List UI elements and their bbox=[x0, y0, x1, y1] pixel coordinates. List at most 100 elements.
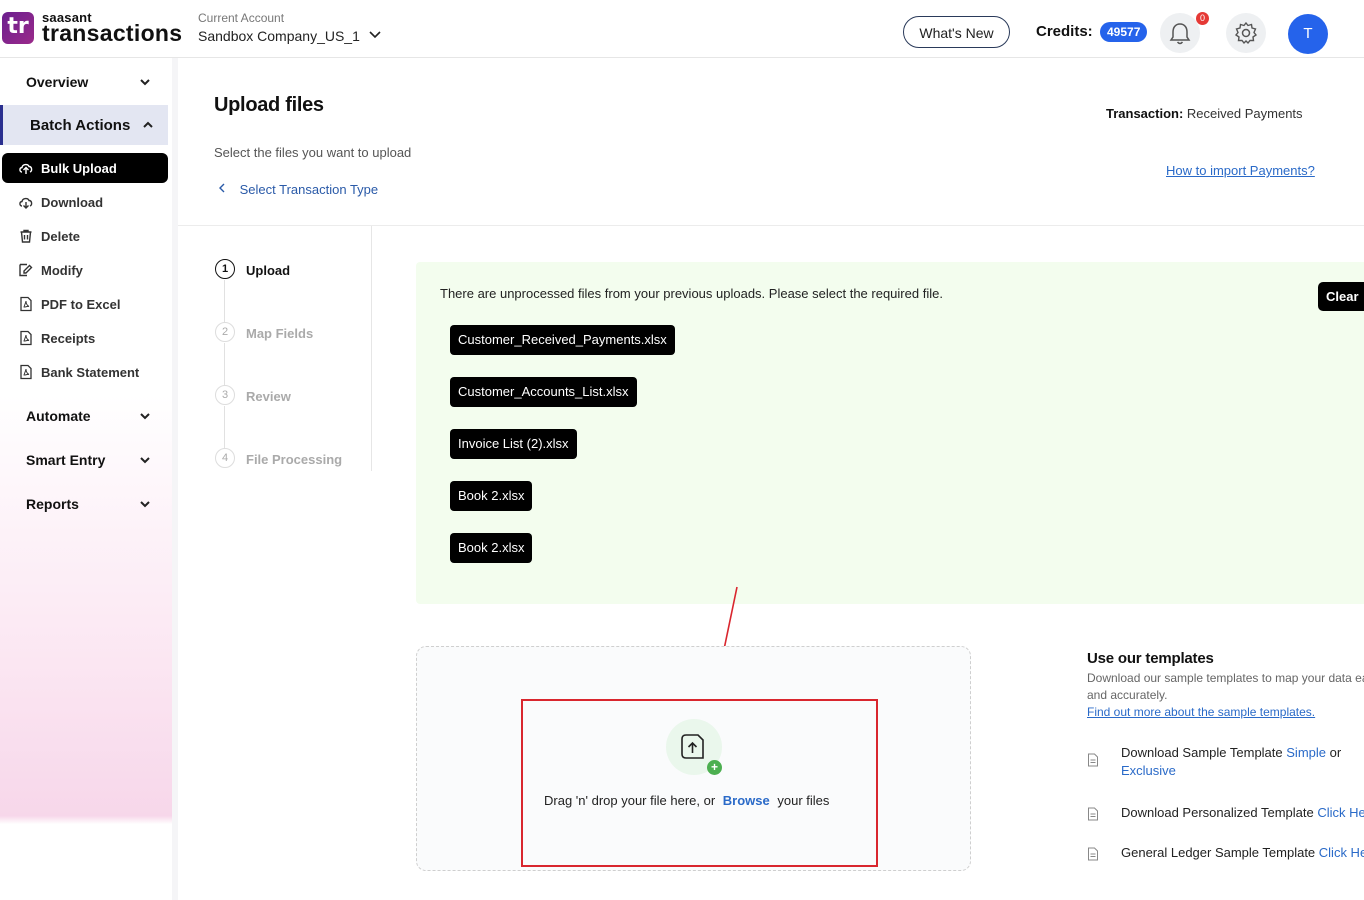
step-connector bbox=[224, 343, 225, 386]
personalized-template-link[interactable]: Click Here bbox=[1317, 805, 1364, 820]
browse-link[interactable]: Browse bbox=[723, 793, 770, 808]
sidebar-item-receipts[interactable]: Receipts bbox=[2, 323, 168, 353]
chevron-up-icon bbox=[143, 121, 153, 128]
sidebar-section-overview[interactable]: Overview bbox=[0, 62, 168, 102]
pdf-icon bbox=[20, 364, 32, 380]
chevron-down-icon bbox=[140, 79, 150, 86]
template-label: Download Personalized Template bbox=[1121, 805, 1314, 820]
pdf-icon bbox=[20, 296, 32, 312]
chevron-down-icon[interactable] bbox=[368, 28, 382, 42]
sidebar-item-label: Modify bbox=[41, 263, 83, 278]
sidebar-item-label: Receipts bbox=[41, 331, 96, 346]
how-to-import-link[interactable]: How to import Payments? bbox=[1166, 163, 1315, 178]
sidebar-section-label: Smart Entry bbox=[26, 452, 106, 468]
pdf-icon bbox=[20, 330, 32, 346]
find-out-more-link[interactable]: Find out more about the sample templates… bbox=[1087, 705, 1315, 719]
chevron-left-icon bbox=[219, 183, 225, 193]
sidebar-item-label: PDF to Excel bbox=[41, 297, 121, 312]
step-connector bbox=[224, 280, 225, 323]
sidebar-item-modify[interactable]: Modify bbox=[2, 255, 168, 285]
sidebar-item-bank-statement[interactable]: Bank Statement bbox=[2, 357, 168, 387]
sidebar-item-download[interactable]: Download bbox=[2, 187, 168, 217]
logo-brand-big: transactions bbox=[42, 20, 183, 46]
sidebar-section-smart-entry[interactable]: Smart Entry bbox=[0, 440, 168, 480]
sidebar-section-automate[interactable]: Automate bbox=[0, 396, 168, 436]
step-1-number: 1 bbox=[215, 259, 235, 279]
file-chip[interactable]: Customer_Received_Payments.xlsx bbox=[450, 325, 675, 355]
current-account-label: Current Account bbox=[198, 11, 285, 25]
cloud-upload-icon bbox=[19, 163, 33, 174]
gear-icon bbox=[1234, 21, 1258, 45]
template-label: General Ledger Sample Template bbox=[1121, 845, 1316, 860]
template-label: Download Sample Template bbox=[1121, 745, 1283, 760]
document-icon bbox=[1088, 807, 1098, 821]
document-icon bbox=[1088, 753, 1098, 767]
template-row-text: Download Sample Template Simple or Exclu… bbox=[1121, 745, 1341, 782]
templates-title: Use our templates bbox=[1087, 650, 1214, 667]
template-row-text: General Ledger Sample Template Click Her… bbox=[1121, 845, 1364, 860]
clear-button[interactable]: Clear bbox=[1318, 282, 1364, 311]
sidebar-section-label: Batch Actions bbox=[30, 117, 131, 134]
account-selector[interactable]: Sandbox Company_US_1 bbox=[198, 28, 360, 44]
drop-text-after: your files bbox=[777, 793, 830, 808]
cloud-download-icon bbox=[19, 197, 33, 209]
sidebar-item-bulk-upload[interactable]: Bulk Upload bbox=[2, 153, 168, 183]
sidebar-item-delete[interactable]: Delete bbox=[2, 221, 168, 251]
general-ledger-template-link[interactable]: Click Here bbox=[1319, 845, 1364, 860]
notifications-button[interactable] bbox=[1160, 13, 1200, 53]
chevron-down-icon bbox=[140, 413, 150, 420]
step-4-number: 4 bbox=[215, 448, 235, 468]
file-chip[interactable]: Invoice List (2).xlsx bbox=[450, 429, 577, 459]
top-header: tr saasant transactions Current Account … bbox=[0, 0, 1364, 58]
transaction-type: Transaction: Received Payments bbox=[1106, 106, 1303, 121]
header-divider bbox=[178, 225, 1364, 226]
file-chip[interactable]: Book 2.xlsx bbox=[450, 533, 533, 563]
sidebar-item-pdf-to-excel[interactable]: PDF to Excel bbox=[2, 289, 168, 319]
step-3-label: Review bbox=[246, 389, 291, 404]
unprocessed-message: There are unprocessed files from your pr… bbox=[440, 286, 943, 301]
step-1-label: Upload bbox=[246, 263, 291, 278]
exclusive-template-link[interactable]: Exclusive bbox=[1121, 763, 1176, 778]
user-avatar[interactable]: T bbox=[1288, 14, 1328, 54]
sidebar-scrollbar[interactable] bbox=[172, 58, 178, 900]
step-2-number: 2 bbox=[215, 322, 235, 342]
step-connector bbox=[224, 406, 225, 449]
plus-icon: + bbox=[707, 760, 722, 775]
sidebar-section-label: Reports bbox=[26, 496, 79, 512]
notification-count-badge: 0 bbox=[1196, 12, 1209, 25]
step-4-label: File Processing bbox=[246, 452, 343, 467]
logo-badge: tr bbox=[2, 12, 34, 44]
transaction-label: Transaction: bbox=[1106, 106, 1184, 121]
templates-description: Download our sample templates to map you… bbox=[1087, 671, 1364, 702]
back-link-label: Select Transaction Type bbox=[239, 182, 379, 197]
step-2-label: Map Fields bbox=[246, 326, 314, 341]
sidebar-item-label: Bank Statement bbox=[41, 365, 140, 380]
chevron-down-icon bbox=[140, 457, 150, 464]
page-subtitle: Select the files you want to upload bbox=[214, 145, 412, 160]
sidebar-item-label: Download bbox=[41, 195, 104, 210]
drop-text-before: Drag 'n' drop your file here, or bbox=[544, 793, 716, 808]
file-chip[interactable]: Customer_Accounts_List.xlsx bbox=[450, 377, 637, 407]
bell-icon bbox=[1169, 23, 1191, 45]
steps-divider bbox=[371, 226, 372, 471]
trash-icon bbox=[20, 229, 32, 243]
sidebar-section-batch-actions[interactable]: Batch Actions bbox=[0, 105, 168, 145]
select-transaction-type-link[interactable]: Select Transaction Type bbox=[216, 182, 378, 197]
transaction-value: Received Payments bbox=[1186, 106, 1303, 121]
step-3-number: 3 bbox=[215, 385, 235, 405]
file-chip[interactable]: Book 2.xlsx bbox=[450, 481, 533, 511]
sidebar-item-label: Delete bbox=[41, 229, 81, 244]
credits-label: Credits: bbox=[1036, 23, 1093, 40]
or-text: or bbox=[1329, 745, 1342, 760]
drop-instructions: Drag 'n' drop your file here, or Browse … bbox=[544, 793, 829, 808]
document-icon bbox=[1088, 847, 1098, 861]
credits-badge: 49577 bbox=[1100, 22, 1148, 42]
sidebar-item-label: Bulk Upload bbox=[41, 161, 117, 176]
whats-new-button[interactable]: What's New bbox=[903, 16, 1010, 48]
settings-button[interactable] bbox=[1226, 13, 1266, 53]
simple-template-link[interactable]: Simple bbox=[1286, 745, 1326, 760]
sidebar-section-reports[interactable]: Reports bbox=[0, 484, 168, 524]
page-title: Upload files bbox=[214, 94, 324, 116]
sidebar-section-label: Overview bbox=[26, 74, 89, 90]
template-row-text: Download Personalized Template Click Her… bbox=[1121, 805, 1364, 820]
